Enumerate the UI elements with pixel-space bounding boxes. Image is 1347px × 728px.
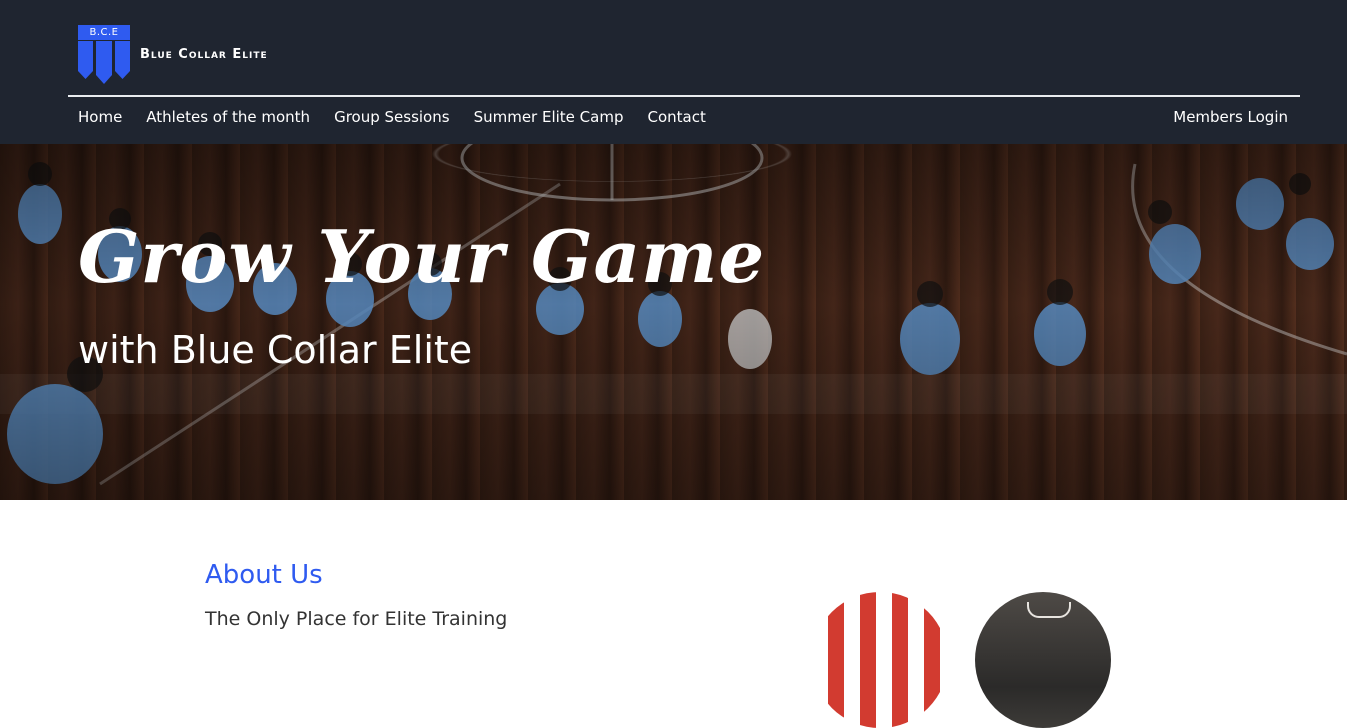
nav-contact[interactable]: Contact bbox=[647, 108, 705, 126]
about-title: About Us bbox=[205, 560, 323, 590]
site-logo[interactable]: B.C.E Blue Collar Elite bbox=[78, 25, 268, 84]
nav-group-sessions[interactable]: Group Sessions bbox=[334, 108, 449, 126]
about-photo-2 bbox=[975, 592, 1111, 728]
header-divider bbox=[68, 95, 1300, 97]
court-lines-graphic bbox=[0, 144, 1347, 486]
site-header: B.C.E Blue Collar Elite Home Athletes of… bbox=[0, 0, 1347, 144]
about-subtitle: The Only Place for Elite Training bbox=[205, 608, 508, 630]
about-photo-1 bbox=[812, 592, 948, 728]
nav-home[interactable]: Home bbox=[78, 108, 122, 126]
nav-athletes-of-the-month[interactable]: Athletes of the month bbox=[146, 108, 310, 126]
logo-badge-text: B.C.E bbox=[78, 25, 130, 40]
hero-title: Grow Your Game bbox=[78, 214, 766, 299]
shield-icon bbox=[78, 41, 130, 84]
hero-subtitle: with Blue Collar Elite bbox=[78, 328, 473, 372]
main-nav: Home Athletes of the month Group Session… bbox=[78, 108, 706, 126]
members-login-link[interactable]: Members Login bbox=[1173, 108, 1288, 126]
hero-banner: Grow Your Game with Blue Collar Elite bbox=[0, 144, 1347, 500]
basketball-hoop-graphic bbox=[1027, 602, 1071, 618]
logo-badge: B.C.E bbox=[78, 25, 130, 84]
logo-name: Blue Collar Elite bbox=[140, 47, 268, 62]
nav-summer-elite-camp[interactable]: Summer Elite Camp bbox=[474, 108, 624, 126]
